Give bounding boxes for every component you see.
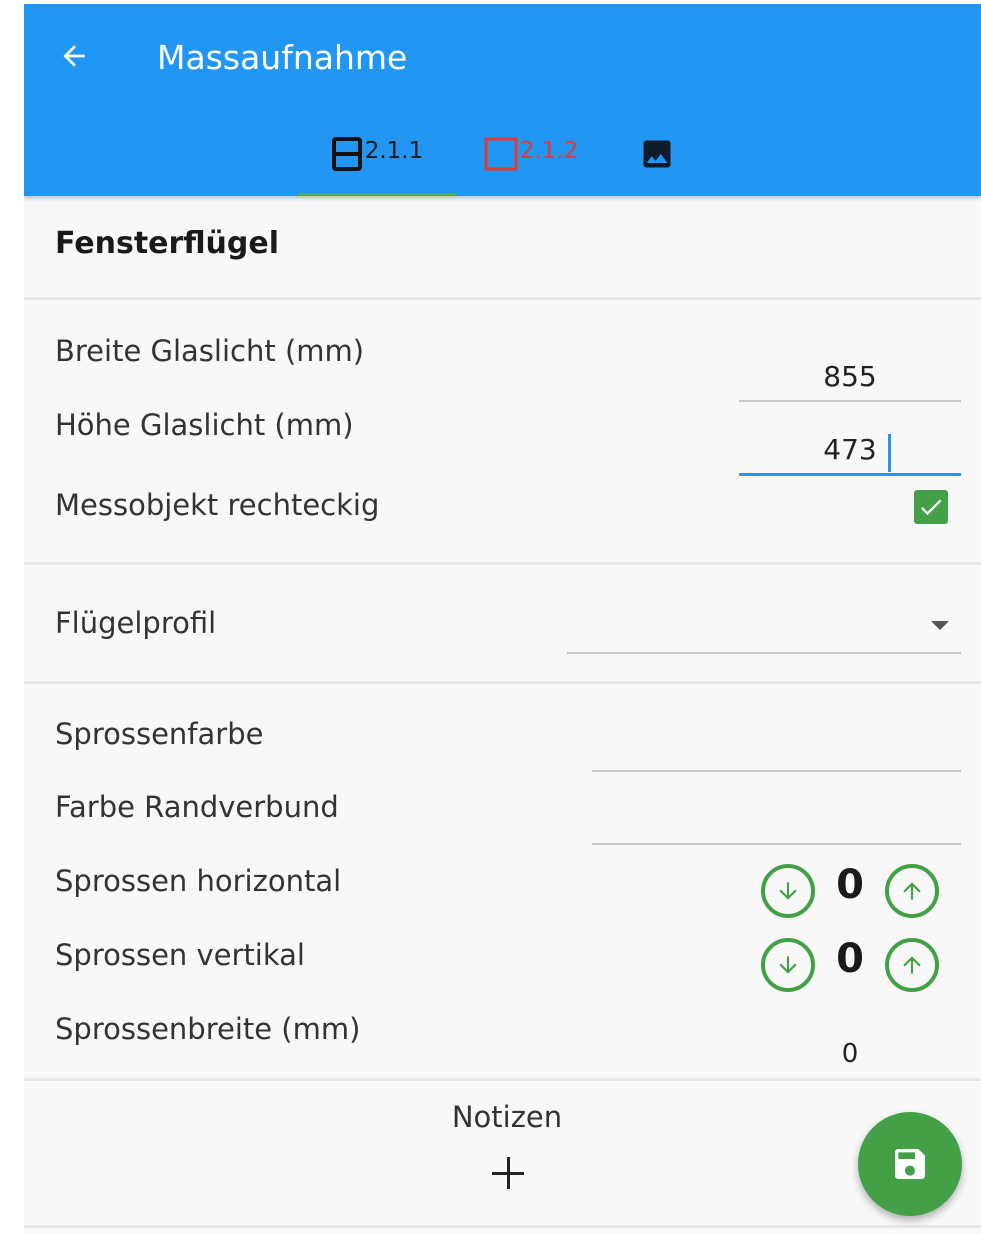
divider bbox=[24, 681, 981, 684]
tab-label: 2.1.1 bbox=[364, 138, 424, 164]
tab-label: 2.1.2 bbox=[519, 138, 579, 164]
sprossen-horizontal-label: Sprossen horizontal bbox=[55, 864, 342, 898]
dropdown-arrow-icon bbox=[931, 621, 949, 630]
text-caret bbox=[888, 434, 891, 472]
randverbund-input[interactable] bbox=[592, 797, 961, 845]
sprossen-horizontal-decrement[interactable] bbox=[761, 864, 815, 918]
breite-label: Breite Glaslicht (mm) bbox=[55, 334, 365, 368]
arrow-up-icon bbox=[903, 882, 921, 900]
randverbund-label: Farbe Randverbund bbox=[55, 790, 339, 824]
window-split-icon bbox=[331, 137, 362, 171]
divider bbox=[24, 297, 981, 300]
hoehe-label: Höhe Glaslicht (mm) bbox=[55, 408, 354, 442]
tab-images[interactable] bbox=[606, 124, 708, 196]
window-empty-icon bbox=[484, 137, 518, 171]
sprossenfarbe-input[interactable] bbox=[592, 724, 961, 772]
divider bbox=[24, 562, 981, 565]
divider bbox=[24, 1225, 981, 1228]
tab-2-1-1[interactable]: 2.1.1 bbox=[298, 124, 456, 196]
page-title: Massaufnahme bbox=[157, 38, 408, 77]
arrow-down-icon bbox=[779, 882, 797, 900]
sprossenbreite-input-wrap bbox=[739, 1030, 961, 1080]
sprossen-vertikal-decrement[interactable] bbox=[761, 938, 815, 992]
arrow-down-icon bbox=[779, 956, 797, 974]
section-title: Fensterflügel bbox=[55, 226, 280, 261]
sprossenbreite-label: Sprossenbreite (mm) bbox=[55, 1012, 361, 1046]
divider bbox=[24, 1078, 981, 1081]
arrow-left-icon bbox=[63, 45, 85, 67]
hoehe-input-wrap bbox=[739, 426, 961, 476]
add-note-button[interactable] bbox=[489, 1154, 527, 1192]
tab-bar: 2.1.1 2.1.2 bbox=[298, 124, 708, 196]
sprossen-vertikal-value: 0 bbox=[836, 936, 864, 982]
save-button[interactable] bbox=[858, 1112, 962, 1216]
rechteckig-label: Messobjekt rechteckig bbox=[55, 488, 380, 522]
rechteckig-checkbox[interactable] bbox=[914, 490, 948, 524]
sprossenfarbe-label: Sprossenfarbe bbox=[55, 717, 264, 751]
notes-label: Notizen bbox=[451, 1100, 563, 1134]
checkmark-icon bbox=[920, 499, 942, 516]
sprossenbreite-input[interactable] bbox=[739, 1030, 961, 1080]
breite-input[interactable] bbox=[739, 352, 961, 402]
image-icon bbox=[643, 140, 671, 168]
tab-2-1-2[interactable]: 2.1.2 bbox=[456, 124, 606, 196]
fluegelprofil-label: Flügelprofil bbox=[55, 606, 217, 640]
fluegelprofil-select[interactable] bbox=[567, 602, 961, 654]
sprossen-vertikal-label: Sprossen vertikal bbox=[55, 938, 305, 972]
breite-input-wrap bbox=[739, 352, 961, 402]
arrow-up-icon bbox=[903, 956, 921, 974]
app-screen: Massaufnahme 2.1.1 2.1.2 Fensterflügel B… bbox=[24, 4, 981, 1234]
app-bar: Massaufnahme 2.1.1 2.1.2 bbox=[24, 4, 981, 196]
hoehe-input[interactable] bbox=[739, 426, 961, 476]
save-icon bbox=[895, 1149, 925, 1179]
sprossen-vertikal-increment[interactable] bbox=[885, 938, 939, 992]
back-button[interactable] bbox=[50, 32, 98, 80]
sprossen-horizontal-value: 0 bbox=[836, 862, 864, 908]
sprossen-horizontal-increment[interactable] bbox=[885, 864, 939, 918]
